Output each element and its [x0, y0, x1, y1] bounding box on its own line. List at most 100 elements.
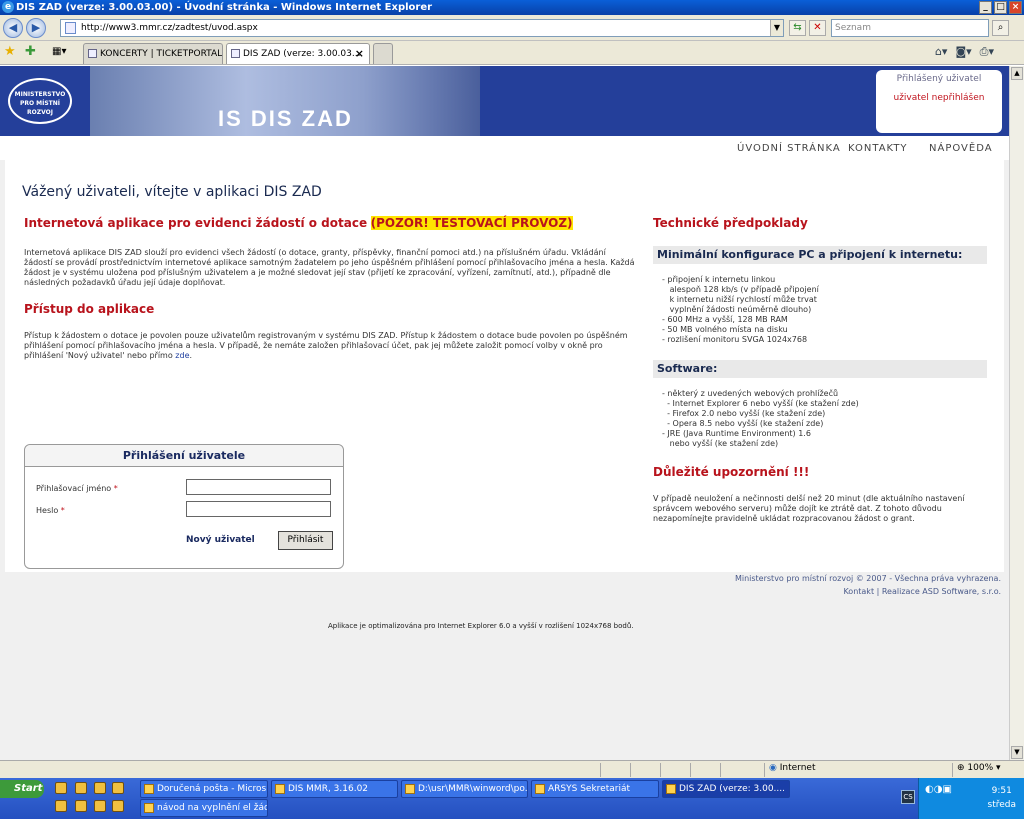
login-status-header: Přihlášený uživatel — [896, 74, 982, 84]
site-banner: MINISTERSTVO PRO MÍSTNÍ ROZVOJ IS DIS ZA… — [0, 66, 1009, 136]
quicklaunch-icon[interactable] — [75, 800, 87, 812]
page-title: Vážený uživateli, vítejte v aplikaci DIS… — [22, 184, 322, 200]
app-icon — [666, 784, 676, 794]
clock[interactable]: 9:51 středa — [988, 784, 1017, 812]
access-text: Přístup k žádostem o dotace je povolen p… — [24, 331, 628, 360]
page-icon — [65, 22, 76, 34]
zoom-control[interactable]: ⊕ 100% ▾ — [952, 763, 1012, 777]
nav-help[interactable]: NÁPOVĚDA — [929, 143, 993, 154]
new-tab-button[interactable] — [373, 43, 393, 64]
quicklaunch-icon[interactable] — [55, 782, 67, 794]
security-zone: ◉ Internet — [764, 763, 924, 777]
taskbar-item-folder[interactable]: D:\usr\MMR\winword\po... — [401, 780, 528, 798]
site-title: IS DIS ZAD — [218, 106, 353, 131]
start-label: Start — [14, 783, 43, 794]
footer-links[interactable]: Kontakt | Realizace ASD Software, s.r.o. — [0, 585, 1001, 598]
system-tray: CS ◐◑▣ 9:51 středa — [901, 778, 1024, 819]
app-icon — [535, 784, 545, 794]
scroll-up-icon[interactable]: ▲ — [1011, 67, 1023, 80]
clock-day: středa — [987, 800, 1017, 810]
back-button[interactable]: ◀ — [3, 18, 23, 38]
language-icon[interactable]: CS — [901, 790, 915, 804]
search-input[interactable]: Seznam — [831, 19, 989, 37]
login-status-value: uživatel nepřihlášen — [893, 93, 985, 103]
task-label: D:\usr\MMR\winword\po... — [418, 784, 528, 794]
tab-favicon — [231, 49, 240, 58]
refresh-icon[interactable]: ⇆ — [789, 20, 806, 36]
task-label: ARSYS Sekretariát — [548, 784, 630, 794]
password-label-row: Heslo * — [36, 506, 65, 515]
web-page: MINISTERSTVO PRO MÍSTNÍ ROZVOJ IS DIS ZA… — [0, 66, 1009, 760]
app-icon — [275, 784, 285, 794]
taskbar: Start Doručená pošta - Micros... DIS MMR… — [0, 778, 1024, 819]
access-link[interactable]: zde — [175, 351, 189, 360]
maximize-button[interactable]: □ — [994, 1, 1007, 14]
add-favorite-icon[interactable]: ✚ — [25, 44, 36, 59]
login-button[interactable]: Přihlásit — [278, 531, 333, 550]
window-title: DIS ZAD (verze: 3.00.03.00) - Úvodní str… — [16, 2, 433, 13]
status-pane — [720, 763, 750, 777]
username-input[interactable] — [186, 479, 331, 495]
address-dropdown-icon[interactable]: ▼ — [770, 20, 783, 36]
clock-time: 9:51 — [991, 786, 1012, 796]
quicklaunch-icon[interactable] — [112, 782, 124, 794]
start-button[interactable]: Start — [0, 780, 44, 798]
search-icon[interactable]: ⌕ — [992, 20, 1009, 36]
print-icon[interactable]: ⎙▾ — [980, 45, 994, 59]
close-tab-icon[interactable]: × — [355, 44, 364, 64]
logo-text: MINISTERSTVO PRO MÍSTNÍ ROZVOJ — [14, 91, 66, 116]
nav-contacts[interactable]: KONTAKTY — [848, 143, 908, 154]
taskbar-item-dis-zad[interactable]: DIS ZAD (verze: 3.00.... — [662, 780, 790, 798]
access-text-block: Přístup k žádostem o dotace je povolen p… — [24, 331, 628, 360]
taskbar-item-dis-mmr[interactable]: DIS MMR, 3.16.02 — [271, 780, 398, 798]
status-pane — [660, 763, 690, 777]
scroll-down-icon[interactable]: ▼ — [1011, 746, 1023, 759]
taskbar-item-arsys[interactable]: ARSYS Sekretariát — [531, 780, 659, 798]
vertical-scrollbar[interactable]: ▲ ▼ — [1009, 66, 1024, 760]
tab-bar: ★ ✚ ▦▾ KONCERTY | TICKETPORTAL... DIS ZA… — [0, 41, 1024, 65]
favorites-star-icon[interactable]: ★ — [4, 44, 16, 59]
app-icon — [405, 784, 415, 794]
feeds-icon[interactable]: ◙▾ — [955, 45, 971, 59]
task-label: DIS ZAD (verze: 3.00.... — [679, 784, 785, 794]
new-user-link[interactable]: Nový uživatel — [186, 535, 255, 545]
login-form: Přihlášení uživatele Přihlašovací jméno … — [24, 444, 344, 569]
important-text: V případě neuložení a nečinnosti delší n… — [653, 494, 965, 523]
quicklaunch-icon[interactable] — [75, 782, 87, 794]
tab-favicon — [88, 49, 97, 58]
home-icon[interactable]: ⌂▾ — [935, 45, 948, 59]
footer-copyright: Ministerstvo pro místní rozvoj © 2007 - … — [734, 574, 1001, 583]
tab-label: KONCERTY | TICKETPORTAL... — [100, 49, 223, 59]
intro-heading-row: Internetová aplikace pro evidenci žádost… — [24, 216, 573, 230]
required-mark: * — [113, 484, 118, 493]
quicklaunch-icon[interactable] — [112, 800, 124, 812]
stop-icon[interactable]: ✕ — [809, 20, 826, 36]
address-field[interactable]: http://www3.mmr.cz/zadtest/uvod.aspx ▼ — [60, 19, 784, 37]
ministry-logo: MINISTERSTVO PRO MÍSTNÍ ROZVOJ — [8, 78, 72, 124]
minimize-button[interactable]: _ — [979, 1, 992, 14]
nav-home[interactable]: ÚVODNÍ STRÁNKA — [737, 143, 841, 154]
access-heading: Přístup do aplikace — [24, 302, 155, 316]
min-config-list: - připojení k internetu linkou alespoň 1… — [662, 275, 819, 344]
status-pane — [690, 763, 720, 777]
tab-dis-zad[interactable]: DIS ZAD (verze: 3.00.03... × — [226, 43, 370, 64]
taskbar-item-outlook[interactable]: Doručená pošta - Micros... — [140, 780, 268, 798]
forward-button[interactable]: ▶ — [26, 18, 46, 38]
status-pane — [600, 763, 630, 777]
min-config-heading: Minimální konfigurace PC a připojení k i… — [653, 246, 987, 264]
address-url: http://www3.mmr.cz/zadtest/uvod.aspx — [81, 23, 258, 33]
software-list: - některý z uvedených webových prohlížeč… — [662, 389, 859, 448]
close-button[interactable]: × — [1009, 1, 1022, 14]
quicklaunch-icon[interactable] — [55, 800, 67, 812]
quicklaunch-icon[interactable] — [94, 800, 106, 812]
quicklaunch-icon[interactable] — [94, 782, 106, 794]
username-label-row: Přihlašovací jméno * — [36, 484, 118, 493]
test-warning-badge: (POZOR! TESTOVACÍ PROVOZ) — [370, 216, 573, 230]
quick-tabs-icon[interactable]: ▦▾ — [52, 46, 66, 57]
required-mark: * — [60, 506, 65, 515]
taskbar-item-word[interactable]: návod na vyplnění el žád... — [140, 799, 268, 817]
page-footer: Ministerstvo pro místní rozvoj © 2007 - … — [0, 572, 1009, 600]
password-input[interactable] — [186, 501, 331, 517]
tray-icons[interactable]: ◐◑▣ — [925, 784, 952, 795]
tab-koncerty[interactable]: KONCERTY | TICKETPORTAL... — [83, 43, 223, 64]
